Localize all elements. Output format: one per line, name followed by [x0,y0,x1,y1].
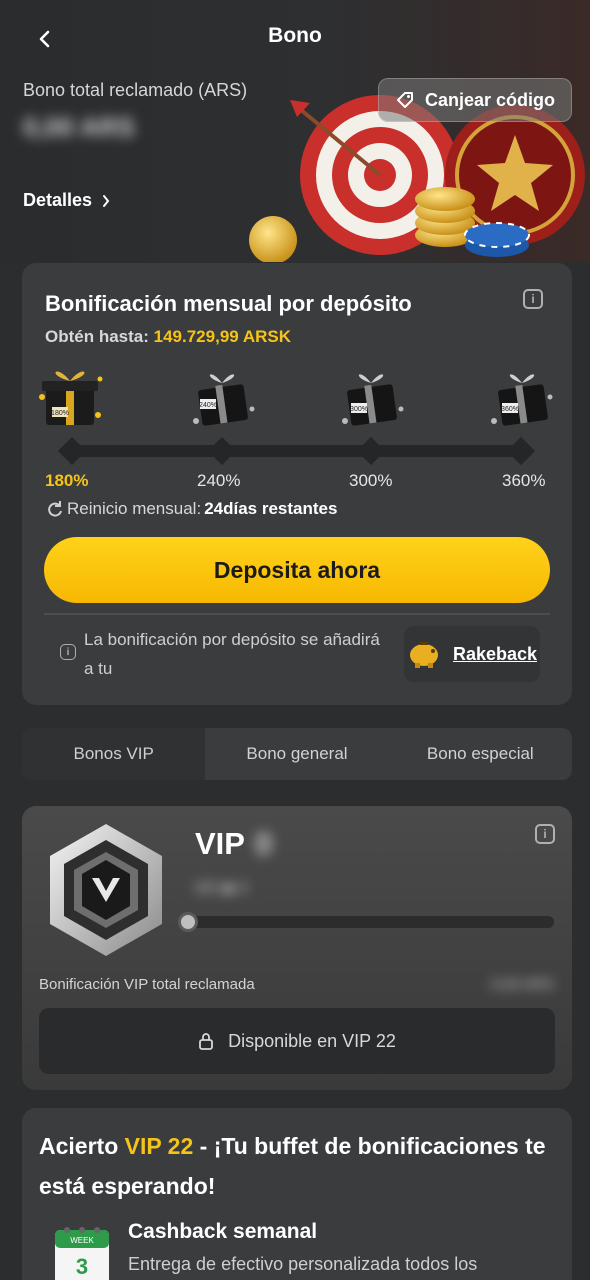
tier-marker [506,436,536,466]
details-link[interactable]: Detalles [23,190,110,211]
vip-badge-icon [50,824,162,956]
redeem-code-label: Canjear código [424,89,556,110]
tier-marker [207,436,237,466]
vip-claimed-value: 0,00 ARS [490,976,554,993]
monthly-deposit-bonus-card: Bonificación mensual por depósito i Obté… [22,263,572,705]
rakeback-label: Rakeback [452,643,538,664]
calendar-icon: WEEK 3 [55,1227,109,1280]
gift-box-locked-icon: 300% [342,374,404,426]
reset-label: Reinicio mensual: [67,499,202,518]
gift-box-locked-icon: 360% [491,374,553,426]
lock-icon [199,1033,213,1050]
cashback-description: Entrega de efectivo personalizada todos … [128,1254,478,1274]
deposit-note: La bonificación por depósito se añadirá … [84,630,380,678]
tab-special-bonus[interactable]: Bono especial [389,728,572,780]
tier-label-180: 180% [45,471,89,490]
tab-general-bonus[interactable]: Bono general [205,728,388,780]
total-claimed-amount: 0,00 ARS [23,112,135,142]
vip-title-label: VIP [195,826,245,861]
reset-value: 24días restantes [204,499,338,518]
vip-level: 0 [254,826,273,861]
gift-box-locked-icon: 240% [193,374,255,426]
vip-info-icon[interactable]: i [535,824,555,844]
page-title: Bono [268,24,322,47]
tab-vip-bonus[interactable]: Bonos VIP [22,728,206,780]
total-claimed-label: Bono total reclamado (ARS) [23,80,248,100]
piggy-bank-icon [409,642,438,668]
gift-tag-0: 180% [51,410,69,417]
top-bar: Bono [0,0,590,76]
vip-progress-bar [182,916,554,928]
subtitle-prefix: Obtén hasta: [45,327,149,346]
calendar-day-text: 3 [76,1254,88,1279]
subtitle-amount: 149.729,99 ARSK [153,327,291,346]
tier-marker [356,436,386,466]
vip-locked-box: Disponible en VIP 22 [39,1008,555,1074]
vip-card: VIP 0 i 0/0 ◆ 0 Bonificación VIP total r… [22,806,572,1090]
tier-progress-track [70,445,522,457]
gift-tag-2: 300% [350,406,368,413]
details-label: Detalles [23,190,93,210]
tier-label-300: 300% [349,471,393,490]
tier-label-360: 360% [502,471,546,490]
chevron-right-icon [103,194,110,207]
deposit-now-button[interactable]: Deposita ahora [44,537,550,603]
tier-marker [57,436,87,466]
info-icon[interactable]: i [523,289,543,309]
refresh-icon [48,501,62,517]
gift-tag-3: 360% [501,406,519,413]
redeem-code-button[interactable]: Canjear código [378,78,572,122]
vip-title: VIP 0 [195,826,272,862]
deposit-bonus-subtitle: Obtén hasta: 149.729,99 ARSK [45,327,291,347]
locked-label: Disponible en VIP 22 [228,1030,396,1051]
monthly-reset-line: Reinicio mensual: 24días restantes [46,499,337,519]
divider [44,613,550,615]
cashback-item[interactable]: WEEK 3 Cashback semanal Entrega de efect… [39,1214,555,1280]
promo-title: Acierto VIP 22 - ¡Tu buffet de bonificac… [39,1126,559,1206]
rakeback-button[interactable]: Rakeback [404,626,540,682]
calendar-week-text: WEEK [70,1236,94,1245]
vip-progress-text: 0/0 ◆ 0 [195,880,248,897]
deposit-bonus-title: Bonificación mensual por depósito [45,291,412,316]
info-icon: i [60,644,76,660]
bonus-tabs: Bonos VIP Bono general Bono especial [22,728,572,780]
tag-icon [396,92,413,108]
gift-tag-1: 240% [199,402,217,409]
promo-title-highlight: VIP 22 [124,1133,194,1159]
vip-progress-knob [178,912,198,932]
cashback-title: Cashback semanal [128,1220,318,1243]
promo-title-prefix: Acierto [39,1133,119,1159]
vip-promo-card: Acierto VIP 22 - ¡Tu buffet de bonificac… [22,1108,572,1280]
vip-claimed-label: Bonificación VIP total reclamada [39,976,255,993]
gift-box-active-icon: 180% [39,371,103,425]
tier-label-240: 240% [197,471,241,490]
